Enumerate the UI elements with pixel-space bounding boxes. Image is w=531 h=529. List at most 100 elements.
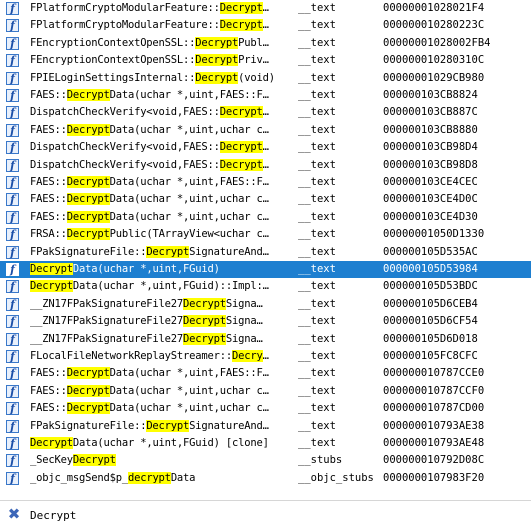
function-row[interactable]: f _objc_msgSend$p_decryptData __objc_stubs… [0, 470, 531, 487]
function-name-prefix: FPakSignatureFile:: [30, 419, 147, 432]
match-highlight: Decrypt [66, 176, 110, 188]
function-row[interactable]: f FAES::DecryptData(uchar *,uint,uchar c…… [0, 122, 531, 139]
function-row[interactable]: f FAES::DecryptData(uchar *,uint,uchar c…… [0, 191, 531, 208]
function-name-suffix: … [262, 350, 269, 362]
function-row[interactable]: f DecryptData(uchar *,uint,FGuid) [clone]… [0, 435, 531, 452]
function-row[interactable]: f FPakSignatureFile::DecryptSignatureAnd…… [0, 244, 531, 261]
segment-cell: __text [298, 350, 336, 362]
function-name-suffix: Public(TArrayView<uchar c… [109, 228, 269, 241]
function-row[interactable]: f FEncryptionContextOpenSSL::DecryptPriv…… [0, 52, 531, 69]
segment-cell: __text [298, 297, 336, 310]
segment-cell: __stubs [298, 454, 343, 467]
segment-cell: __text [298, 36, 336, 49]
function-row[interactable]: f FRSA::DecryptPublic(TArrayView<uchar c…… [0, 226, 531, 243]
function-row[interactable]: f FPIELoginSettingsInternal::Decrypt(void… [0, 70, 531, 87]
function-name-suffix: Data [170, 471, 196, 484]
function-name-prefix: _SecKey [30, 454, 73, 467]
segment-cell: __text [298, 210, 336, 223]
function-icon: f [6, 263, 19, 276]
function-name-suffix: (void) [238, 71, 275, 84]
function-row[interactable]: f FPlatformCryptoModularFeature::Decrypt…… [0, 17, 531, 34]
address-cell: 000000010787CCE0 [383, 367, 485, 380]
function-icon: f [6, 315, 19, 329]
function-list: f FPlatformCryptoModularFeature::Decrypt…… [0, 0, 531, 496]
match-highlight: Decrypt [219, 158, 263, 171]
segment-cell: __text [298, 141, 336, 154]
function-name-prefix: __ZN17FPakSignatureFile27 [30, 332, 184, 345]
function-row[interactable]: f FAES::DecryptData(uchar *,uint,FAES::F…… [0, 365, 531, 382]
segment-cell: __text [298, 2, 336, 14]
match-highlight: Decrypt [183, 297, 226, 310]
function-name-prefix: __ZN17FPakSignatureFile27 [30, 297, 184, 310]
function-name-prefix: FEncryptionContextOpenSSL:: [30, 36, 196, 49]
function-row[interactable]: f __ZN17FPakSignatureFile27DecryptSigna… _… [0, 331, 531, 348]
segment-cell: __text [298, 367, 336, 380]
function-icon: f [6, 228, 19, 242]
function-name: FAES::DecryptData(uchar *,uint,FAES::F… [30, 174, 292, 191]
filter-input[interactable] [30, 505, 510, 525]
function-row[interactable]: f FAES::DecryptData(uchar *,uint,uchar c…… [0, 209, 531, 226]
function-name-prefix: FPIELoginSettingsInternal:: [30, 71, 196, 84]
function-name: _objc_msgSend$p_decryptData [30, 470, 292, 487]
address-cell: 000000010792D08C [383, 454, 485, 467]
match-highlight: Decrypt [195, 54, 239, 67]
function-icon: f [6, 193, 19, 207]
function-row[interactable]: f DecryptData(uchar *,uint,FGuid) __text 00… [0, 261, 531, 279]
match-highlight: Decrypt [66, 384, 110, 397]
function-row[interactable]: f FAES::DecryptData(uchar *,uint,uchar c…… [0, 383, 531, 400]
function-name: DispatchCheckVerify<void,FAES::Decrypt… [30, 104, 292, 121]
function-row[interactable]: f DispatchCheckVerify<void,FAES::Decrypt…… [0, 104, 531, 121]
function-icon: f [6, 384, 19, 398]
segment-cell: __text [298, 176, 336, 188]
address-cell: 00000001028021F4 [383, 2, 485, 14]
function-name: __ZN17FPakSignatureFile27DecryptSigna… [30, 296, 292, 313]
match-highlight: Decrypt [219, 19, 263, 32]
function-name-prefix: FAES:: [30, 384, 67, 397]
function-name-suffix: Data(uchar *,uint,uchar c… [109, 193, 269, 206]
segment-cell: __text [298, 437, 336, 449]
function-name-prefix: FAES:: [30, 123, 67, 136]
match-highlight: Decrypt [219, 106, 263, 119]
match-highlight: Decrypt [219, 2, 263, 14]
address-cell: 0000000107983F20 [383, 471, 485, 484]
function-icon: f [6, 280, 19, 294]
address-cell: 000000103CB8880 [383, 123, 478, 136]
function-row[interactable]: f FAES::DecryptData(uchar *,uint,uchar c…… [0, 400, 531, 417]
function-row[interactable]: f DecryptData(uchar *,uint,FGuid)::Impl:…… [0, 278, 531, 295]
function-name-prefix: __ZN17FPakSignatureFile27 [30, 315, 184, 328]
clear-filter-icon[interactable]: ✖ [6, 506, 22, 522]
function-row[interactable]: f DispatchCheckVerify<void,FAES::Decrypt…… [0, 157, 531, 174]
function-row[interactable]: f _SecKeyDecrypt __stubs 000000010792D08C [0, 452, 531, 469]
function-name-suffix: Data(uchar *,uint,FGuid) [72, 263, 220, 275]
function-name: FPlatformCryptoModularFeature::Decrypt… [30, 17, 292, 34]
function-name-suffix: Publ… [238, 36, 269, 49]
function-name-suffix: Data(uchar *,uint,uchar c… [109, 384, 269, 397]
function-icon: f [6, 141, 19, 155]
function-row[interactable]: f FAES::DecryptData(uchar *,uint,FAES::F…… [0, 87, 531, 104]
address-cell: 000000103CB98D4 [383, 141, 478, 154]
address-cell: 000000105D6CF54 [383, 315, 478, 328]
function-row[interactable]: f FAES::DecryptData(uchar *,uint,FAES::F…… [0, 174, 531, 191]
segment-cell: __text [298, 419, 336, 432]
function-row[interactable]: f FLocalFileNetworkReplayStreamer::Decry…… [0, 348, 531, 365]
segment-cell: __text [298, 332, 336, 345]
function-row[interactable]: f FPlatformCryptoModularFeature::Decrypt…… [0, 0, 531, 17]
function-icon: f [6, 123, 19, 137]
function-name-suffix: … [262, 141, 269, 154]
segment-cell: __text [298, 315, 336, 328]
function-icon: f [6, 297, 19, 311]
address-cell: 000000105D53984 [383, 263, 478, 275]
function-name-suffix: Data(uchar *,uint,FAES::F… [109, 176, 269, 188]
function-name: FAES::DecryptData(uchar *,uint,uchar c… [30, 191, 292, 208]
function-row[interactable]: f DispatchCheckVerify<void,FAES::Decrypt…… [0, 139, 531, 156]
function-icon: f [6, 176, 19, 189]
match-highlight: Decrypt [195, 36, 239, 49]
function-row[interactable]: f FPakSignatureFile::DecryptSignatureAnd…… [0, 418, 531, 435]
function-name-prefix: FPakSignatureFile:: [30, 245, 147, 258]
function-row[interactable]: f FEncryptionContextOpenSSL::DecryptPubl…… [0, 35, 531, 52]
function-row[interactable]: f __ZN17FPakSignatureFile27DecryptSigna… _… [0, 296, 531, 313]
function-name: __ZN17FPakSignatureFile27DecryptSigna… [30, 313, 292, 330]
function-row[interactable]: f __ZN17FPakSignatureFile27DecryptSigna… _… [0, 313, 531, 330]
function-name-prefix: _objc_msgSend$p_ [30, 471, 128, 484]
address-cell: 000000010787CD00 [383, 402, 485, 415]
